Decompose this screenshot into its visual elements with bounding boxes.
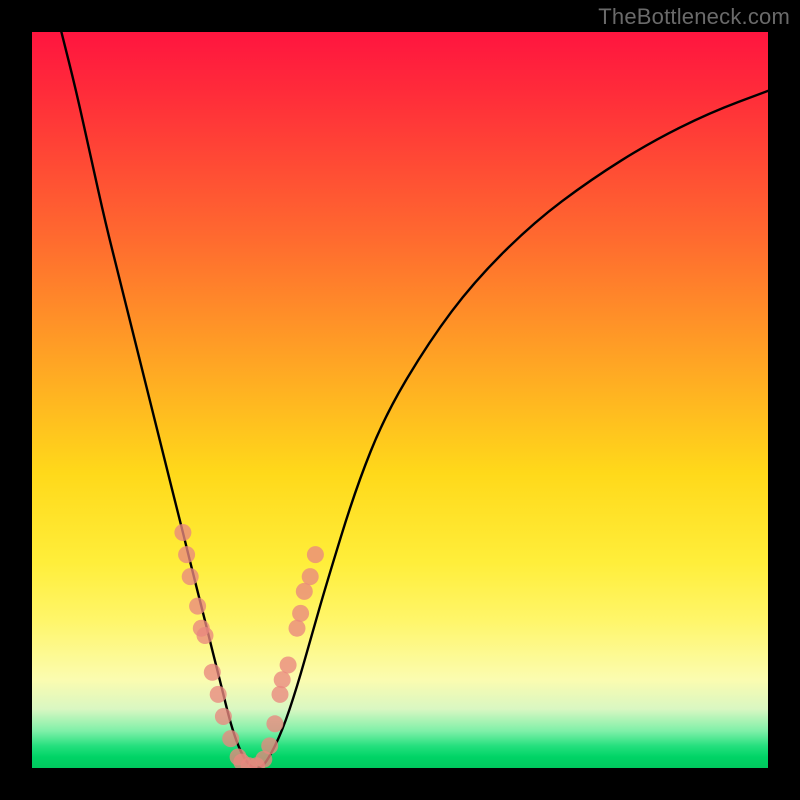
- curve-marker: [292, 605, 309, 622]
- curve-marker: [274, 671, 291, 688]
- curve-marker: [302, 568, 319, 585]
- curve-markers: [174, 524, 324, 768]
- curve-marker: [272, 686, 289, 703]
- curve-marker: [204, 664, 221, 681]
- curve-marker: [182, 568, 199, 585]
- curve-marker: [222, 730, 239, 747]
- curve-marker: [189, 598, 206, 615]
- curve-marker: [289, 620, 306, 637]
- curve-marker: [280, 657, 297, 674]
- curve-marker: [296, 583, 313, 600]
- curve-marker: [174, 524, 191, 541]
- plot-area: [32, 32, 768, 768]
- watermark-text: TheBottleneck.com: [598, 4, 790, 30]
- curve-marker: [261, 737, 278, 754]
- curve-marker: [178, 546, 195, 563]
- curve-marker: [307, 546, 324, 563]
- bottleneck-curve: [61, 32, 768, 768]
- curve-marker: [215, 708, 232, 725]
- outer-frame: TheBottleneck.com: [0, 0, 800, 800]
- curve-marker: [197, 627, 214, 644]
- chart-overlay: [32, 32, 768, 768]
- curve-marker: [210, 686, 227, 703]
- curve-marker: [266, 715, 283, 732]
